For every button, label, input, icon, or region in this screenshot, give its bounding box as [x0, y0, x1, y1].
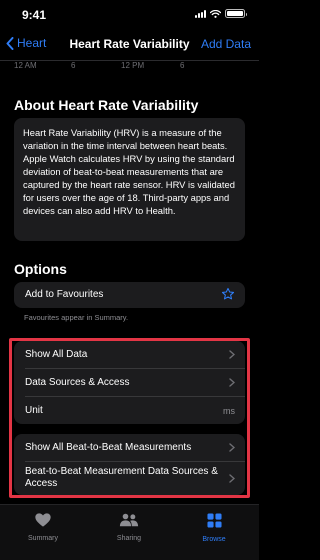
status-bar: 9:41 [0, 0, 259, 28]
show-all-data-row[interactable]: Show All Data [14, 341, 245, 368]
tab-browse[interactable]: Browse [184, 513, 244, 543]
unit-value: ms [223, 406, 235, 416]
favourites-label: Add to Favourites [25, 289, 104, 300]
status-icons [195, 9, 247, 18]
row-label: Beat-to-Beat Measurement Data Sources & … [25, 466, 218, 489]
navigation-bar: Heart Heart Rate Variability Add Data [0, 28, 259, 60]
tab-bar: Summary Sharing Browse [0, 504, 259, 560]
row-label: Show All Beat-to-Beat Measurements [25, 442, 192, 453]
beat-to-beat-group: Show All Beat-to-Beat Measurements Beat-… [14, 434, 245, 495]
axis-label: 12 AM [14, 61, 37, 70]
row-label: Unit [25, 405, 43, 416]
battery-icon [225, 9, 247, 18]
tab-label: Browse [202, 536, 226, 543]
grid-icon [206, 513, 222, 528]
chevron-right-icon [229, 378, 235, 387]
add-data-button[interactable]: Add Data [201, 37, 251, 51]
axis-label: 6 [71, 61, 76, 70]
chevron-right-icon [229, 443, 235, 452]
row-label: Data Sources & Access [25, 377, 130, 388]
tab-summary[interactable]: Summary [13, 513, 73, 542]
unit-row[interactable]: Unit ms [14, 397, 245, 424]
heart-icon [35, 513, 51, 527]
people-icon [119, 513, 139, 527]
about-card: Heart Rate Variability (HRV) is a measur… [14, 118, 245, 241]
row-label: Show All Data [25, 349, 88, 360]
chevron-right-icon [229, 350, 235, 359]
about-body: Heart Rate Variability (HRV) is a measur… [23, 127, 235, 216]
options-heading: Options [14, 261, 67, 277]
options-group: Show All Data Data Sources & Access Unit… [14, 341, 245, 424]
tab-label: Sharing [116, 535, 142, 542]
show-beat-to-beat-row[interactable]: Show All Beat-to-Beat Measurements [14, 434, 245, 461]
wifi-icon [210, 9, 221, 18]
cellular-signal-icon [195, 9, 206, 18]
about-heading: About Heart Rate Variability [14, 97, 199, 113]
favourites-note: Favourites appear in Summary. [24, 313, 129, 322]
add-to-favourites-row[interactable]: Add to Favourites [14, 282, 245, 308]
axis-label: 12 PM [121, 61, 145, 70]
tab-sharing[interactable]: Sharing [99, 513, 159, 542]
data-sources-access-row[interactable]: Data Sources & Access [14, 369, 245, 396]
chevron-right-icon [229, 474, 235, 483]
status-time: 9:41 [22, 8, 47, 22]
star-icon[interactable] [221, 287, 235, 301]
beat-to-beat-sources-row[interactable]: Beat-to-Beat Measurement Data Sources & … [14, 462, 245, 495]
tab-label: Summary [28, 535, 58, 542]
axis-label: 6 [180, 61, 185, 70]
chart-x-axis: 12 AM 6 12 PM 6 [0, 60, 259, 73]
